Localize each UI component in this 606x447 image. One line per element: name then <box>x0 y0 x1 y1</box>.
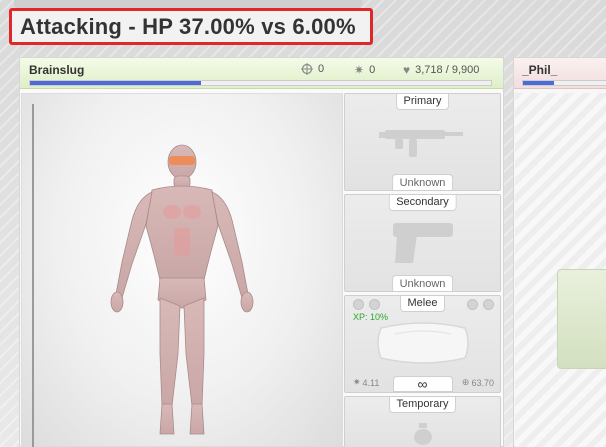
melee-accuracy-stat: ⊕ 63.70 <box>462 377 494 388</box>
hp-text: 3,718 / 9,900 <box>415 64 480 76</box>
player-panel: Brainslug 0 ✷ 0 ♥ 3,718 / 9,900 Primary … <box>19 57 504 447</box>
human-body-model[interactable] <box>22 94 344 447</box>
burst-icon: ✷ <box>353 377 361 387</box>
burst-stat: ✷ 0 <box>354 63 375 77</box>
opponent-name[interactable]: _Phil_ <box>522 63 557 77</box>
body-model-area[interactable] <box>21 93 343 447</box>
opponent-hp-bar <box>522 80 606 86</box>
crosshair-icon: ⊕ <box>461 377 470 387</box>
mod-slot-icon <box>369 299 380 310</box>
crosshair-icon <box>301 63 313 75</box>
smg-icon <box>379 130 463 157</box>
heart-icon: ♥ <box>403 63 411 77</box>
title-highlight-box: Attacking - HP 37.00% vs 6.00% <box>9 8 373 45</box>
burst-value: 0 <box>369 64 376 76</box>
temporary-weapon-slot[interactable]: Temporary <box>344 396 501 447</box>
grenade-icon <box>414 423 432 445</box>
mod-slot-icon <box>483 299 494 310</box>
melee-damage: 4.11 <box>362 377 380 388</box>
secondary-slot-status: Unknown <box>391 275 454 291</box>
temporary-slot-label: Temporary <box>388 397 457 413</box>
pillow-icon <box>377 322 469 364</box>
crosshair-value: 0 <box>318 63 325 75</box>
player-name[interactable]: Brainslug <box>29 63 84 77</box>
opponent-hp-fill <box>523 81 554 85</box>
melee-damage-stat: ✷ 4.11 <box>353 377 379 388</box>
attack-status-title: Attacking - HP 37.00% vs 6.00% <box>20 13 356 39</box>
player-hp-fill <box>30 81 201 85</box>
opponent-panel: _Phil_ <box>513 57 606 447</box>
primary-slot-label: Primary <box>395 94 450 110</box>
hp-stat: ♥ 3,718 / 9,900 <box>403 63 479 77</box>
secondary-slot-label: Secondary <box>388 195 457 211</box>
crosshair-stat: 0 <box>301 63 324 75</box>
secondary-weapon-slot[interactable]: Secondary Unknown <box>344 194 501 292</box>
melee-slot-label: Melee <box>399 296 446 312</box>
pistol-icon <box>393 223 453 263</box>
opponent-header: _Phil_ <box>514 58 606 89</box>
mod-slot-icon <box>467 299 478 310</box>
player-header: Brainslug 0 ✷ 0 ♥ 3,718 / 9,900 <box>20 58 503 89</box>
primary-slot-status: Unknown <box>391 174 454 190</box>
burst-icon: ✷ <box>354 63 365 77</box>
mod-slot-icon <box>353 299 364 310</box>
melee-accuracy: 63.70 <box>471 377 494 388</box>
player-hp-bar <box>29 80 492 86</box>
primary-weapon-slot[interactable]: Primary Unknown <box>344 93 501 191</box>
opponent-action-tile[interactable] <box>557 269 606 369</box>
melee-weapon-slot[interactable]: Melee XP: 10% ✷ 4.11 ∞ ⊕ 63.70 <box>344 295 501 393</box>
melee-ammo: ∞ <box>392 376 453 392</box>
title-tab <box>14 0 362 8</box>
